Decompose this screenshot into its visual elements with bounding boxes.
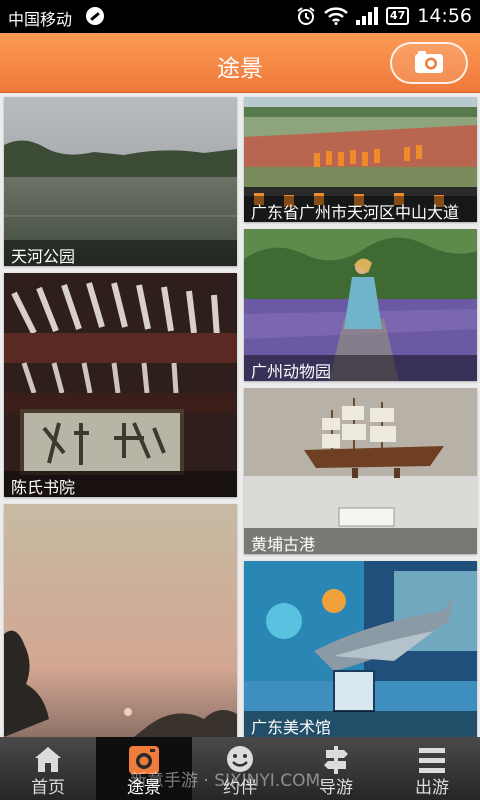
tab-label: 途景 <box>127 778 161 798</box>
camera-icon <box>129 746 159 774</box>
tile-tianhe-zhongshan[interactable]: 广东省广州市天河区中山大道 <box>244 97 477 222</box>
tab-label: 首页 <box>31 778 65 798</box>
tab-label: 约伴 <box>223 778 257 798</box>
wifi-icon <box>324 7 348 25</box>
tile-caption: 广东省广州市天河区中山大道 <box>244 196 477 222</box>
notification-icon <box>86 7 104 25</box>
tab-chuyou[interactable]: 出游 <box>384 737 480 800</box>
signal-icon <box>355 7 378 25</box>
photo-grid: 天河公园 广东省广州市天河区中山大道 广州动物园 陈氏书院 黄埔古港 广东美术馆 <box>0 93 480 737</box>
sunset-photo <box>4 504 237 737</box>
tile-caption: 陈氏书院 <box>4 471 237 497</box>
camera-icon <box>415 51 443 73</box>
clock: 14:56 <box>417 5 472 27</box>
status-bar: 中国移动 47 14:56 <box>0 0 480 33</box>
tab-daoyou[interactable]: 导游 <box>288 737 384 800</box>
tile-chen-clan[interactable]: 陈氏书院 <box>4 273 237 497</box>
tab-label: 导游 <box>319 778 353 798</box>
smiley-icon <box>227 746 253 772</box>
tile-caption: 天河公园 <box>4 240 237 266</box>
tile-art-museum[interactable]: 广东美术馆 <box>244 561 477 737</box>
tile-zoo[interactable]: 广州动物园 <box>244 229 477 381</box>
tile-tianhe-park[interactable]: 天河公园 <box>4 97 237 266</box>
tile-sunset[interactable] <box>4 504 237 737</box>
tile-caption: 黄埔古港 <box>244 528 477 554</box>
app-header: 途景 <box>0 33 480 93</box>
tile-huangpu-port[interactable]: 黄埔古港 <box>244 388 477 554</box>
menu-icon <box>419 748 445 773</box>
carrier-name: 中国移动 <box>8 10 73 29</box>
alarm-icon <box>297 7 315 25</box>
battery-icon: 47 <box>385 7 410 25</box>
temple-roof-photo <box>4 273 237 497</box>
tab-yueban[interactable]: 约伴 <box>192 737 288 800</box>
bottom-tab-bar: 首页 途景 约伴 导游 出游 <box>0 737 480 800</box>
tab-home[interactable]: 首页 <box>0 737 96 800</box>
camera-button[interactable] <box>390 42 468 84</box>
tile-caption: 广东美术馆 <box>244 711 477 737</box>
home-icon <box>35 747 61 772</box>
signpost-icon <box>324 746 348 774</box>
tab-tujing[interactable]: 途景 <box>96 737 192 800</box>
tile-caption: 广州动物园 <box>244 355 477 381</box>
tab-label: 出游 <box>415 778 449 798</box>
